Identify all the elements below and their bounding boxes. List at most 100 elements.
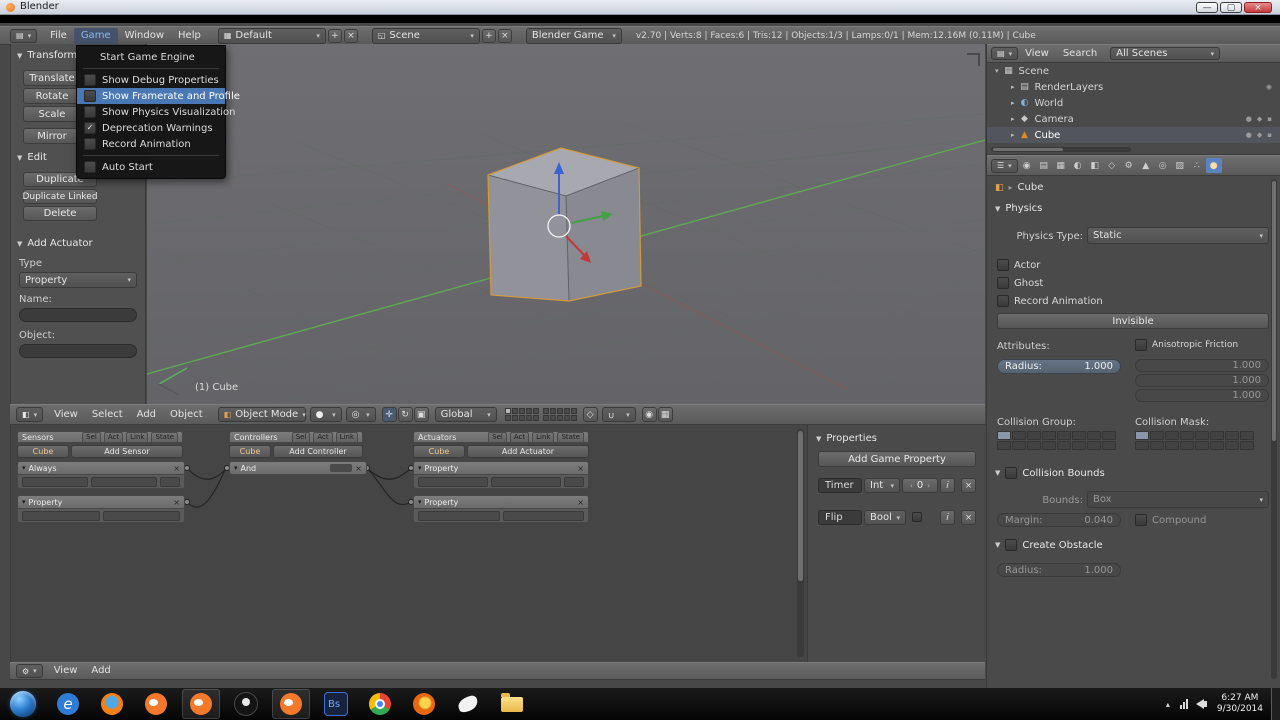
- logic-scrollbar[interactable]: [797, 429, 804, 657]
- edit-panel-header[interactable]: ▼ Edit: [17, 152, 47, 163]
- outliner-menu-view[interactable]: View: [1018, 45, 1056, 62]
- add-actuator-panel-header[interactable]: ▼ Add Actuator: [17, 238, 93, 249]
- blender-icon-2[interactable]: [182, 689, 220, 719]
- logic-properties-header[interactable]: ▼ Properties: [816, 433, 986, 444]
- tab-modifiers[interactable]: ⚙: [1121, 158, 1137, 173]
- outliner-item-world[interactable]: ▸ ◐ World: [987, 95, 1280, 111]
- friction-x-slider[interactable]: 1.000: [1135, 359, 1269, 372]
- dove-icon[interactable]: [450, 690, 486, 718]
- physics-panel-header[interactable]: ▼ Physics: [995, 203, 1042, 214]
- viewport-menu-object[interactable]: Object: [163, 405, 210, 424]
- sensor-node-1-body[interactable]: [17, 475, 185, 489]
- manipulator-translate-toggle[interactable]: ✛: [381, 407, 397, 422]
- viewport-menu-view[interactable]: View: [47, 405, 85, 424]
- pivot-dropdown[interactable]: ◎ ▾: [345, 407, 376, 422]
- add-scene-button[interactable]: +: [481, 28, 496, 43]
- duplicate-linked-button[interactable]: Duplicate Linked: [22, 189, 98, 204]
- tab-physics[interactable]: ●: [1205, 158, 1222, 173]
- manipulator-rotate-toggle[interactable]: ↻: [397, 407, 413, 422]
- editor-type-button[interactable]: ▤ ▾: [10, 28, 38, 43]
- anisotropic-friction-checkbox[interactable]: Anisotropic Friction: [1135, 339, 1238, 351]
- invisible-button[interactable]: Invisible: [997, 313, 1269, 329]
- sensors-toggle-act[interactable]: Act: [103, 431, 124, 443]
- collision-bounds-panel-header[interactable]: ▼ Collision Bounds: [995, 467, 1105, 479]
- viewport-menu-add[interactable]: Add: [130, 405, 163, 424]
- outliner-item-cube[interactable]: ▸ ▲ Cube ● ◆ ▪: [987, 127, 1280, 143]
- actuator-node-2-body[interactable]: [413, 509, 589, 523]
- collision-group-grid[interactable]: [997, 431, 1116, 450]
- tab-scene[interactable]: ▦: [1053, 158, 1069, 173]
- actuator-node-1-body[interactable]: [413, 475, 589, 489]
- logic-menu-add[interactable]: Add: [84, 662, 117, 680]
- render-engine-selector[interactable]: Blender Game ▾: [525, 27, 622, 44]
- select-restrict-icon[interactable]: ◆: [1257, 131, 1262, 139]
- add-sensor-button[interactable]: Add Sensor: [71, 445, 183, 458]
- rotate-button[interactable]: Rotate: [23, 88, 81, 104]
- tab-constraints[interactable]: ◇: [1104, 158, 1120, 173]
- controllers-column-header[interactable]: Controllers Sel Act Link: [229, 431, 363, 443]
- actuator-node-2[interactable]: ▾ Property ×: [413, 495, 589, 509]
- menu-item-auto-start[interactable]: Auto Start: [77, 159, 225, 175]
- network-icon[interactable]: [1179, 699, 1188, 709]
- friction-z-slider[interactable]: 1.000: [1135, 389, 1269, 402]
- folder-icon[interactable]: [494, 690, 530, 718]
- start-button[interactable]: [10, 691, 36, 717]
- physics-type-dropdown[interactable]: Static ▾: [1087, 227, 1269, 244]
- tab-render-layers[interactable]: ▤: [1036, 158, 1052, 173]
- object-input[interactable]: [19, 344, 137, 358]
- viewport-editor-type-button[interactable]: ◧ ▾: [16, 407, 44, 422]
- bounds-dropdown[interactable]: Box ▾: [1087, 491, 1269, 508]
- add-layout-button[interactable]: +: [327, 28, 342, 43]
- tab-particles[interactable]: ∴: [1189, 158, 1205, 173]
- compound-checkbox[interactable]: Compound: [1135, 514, 1206, 526]
- friction-y-slider[interactable]: 1.000: [1135, 374, 1269, 387]
- viewport-menu-select[interactable]: Select: [85, 405, 130, 424]
- logic-editor-type-button[interactable]: ⚙ ▾: [16, 664, 43, 678]
- menu-item-show-physics-visualization[interactable]: Show Physics Visualization: [77, 104, 236, 120]
- game-prop-1-debug-button[interactable]: i: [940, 478, 955, 493]
- game-prop-2-value-checkbox[interactable]: [912, 512, 922, 522]
- controllers-toggle-link[interactable]: Link: [335, 431, 358, 443]
- delete-button[interactable]: Delete: [23, 206, 97, 221]
- add-game-property-button[interactable]: Add Game Property: [818, 451, 976, 467]
- snap-dropdown[interactable]: ∩ ▾: [601, 407, 636, 422]
- firefox-icon[interactable]: [94, 690, 130, 718]
- menu-file[interactable]: File: [43, 26, 74, 45]
- menu-item-show-debug-properties[interactable]: Show Debug Properties: [77, 72, 225, 88]
- radius-slider[interactable]: Radius: 1.000: [997, 359, 1121, 374]
- sensors-toggle-link[interactable]: Link: [126, 431, 149, 443]
- sensor-node-2[interactable]: ▾ Property ×: [17, 495, 185, 509]
- collision-mask-grid[interactable]: [1135, 431, 1254, 450]
- ghost-checkbox[interactable]: Ghost: [997, 277, 1043, 289]
- tab-world[interactable]: ◐: [1070, 158, 1086, 173]
- outliner-hscrollbar[interactable]: [991, 147, 1131, 152]
- scale-button[interactable]: Scale: [23, 106, 81, 122]
- sensors-column-header[interactable]: Sensors Sel Act Link State: [17, 431, 183, 443]
- type-dropdown[interactable]: Property ▾: [19, 272, 137, 288]
- outliner-item-camera[interactable]: ▸ ◆ Camera ● ◆ ▪: [987, 111, 1280, 127]
- actuators-column-header[interactable]: Actuators Sel Act Link State: [413, 431, 589, 443]
- sensors-toggle-sel[interactable]: Sel: [82, 431, 101, 443]
- game-prop-1-name[interactable]: Timer: [818, 478, 862, 493]
- actuators-toggle-act[interactable]: Act: [509, 431, 530, 443]
- outliner-item-renderlayers[interactable]: ▸ ▤ RenderLayers ◉: [987, 79, 1280, 95]
- menu-item-deprecation-warnings[interactable]: ✓ Deprecation Warnings: [77, 120, 225, 136]
- actuator-node-1[interactable]: ▾ Property ×: [413, 461, 589, 475]
- mirror-button[interactable]: Mirror: [23, 128, 81, 144]
- blender-icon-3[interactable]: [272, 689, 310, 719]
- hide-icon[interactable]: ●: [1246, 131, 1252, 139]
- photoshop-icon[interactable]: Bs: [318, 690, 354, 718]
- game-prop-1-value[interactable]: ‹ 0 ›: [902, 478, 938, 493]
- menu-item-show-framerate-profile[interactable]: Show Framerate and Profile: [77, 88, 240, 104]
- tab-data[interactable]: ▲: [1138, 158, 1154, 173]
- tray-expand-icon[interactable]: ▴: [1166, 700, 1170, 709]
- game-prop-1-delete-button[interactable]: ×: [961, 478, 976, 493]
- actuators-toggle-state[interactable]: State: [557, 431, 584, 443]
- delete-scene-button[interactable]: ×: [497, 28, 512, 43]
- tab-object[interactable]: ◧: [1087, 158, 1103, 173]
- chrome-icon[interactable]: [362, 690, 398, 718]
- menu-window[interactable]: Window: [118, 26, 171, 45]
- billiard-ball-icon[interactable]: [228, 690, 264, 718]
- margin-slider[interactable]: Margin: 0.040: [997, 513, 1121, 527]
- translate-button[interactable]: Translate: [23, 70, 81, 86]
